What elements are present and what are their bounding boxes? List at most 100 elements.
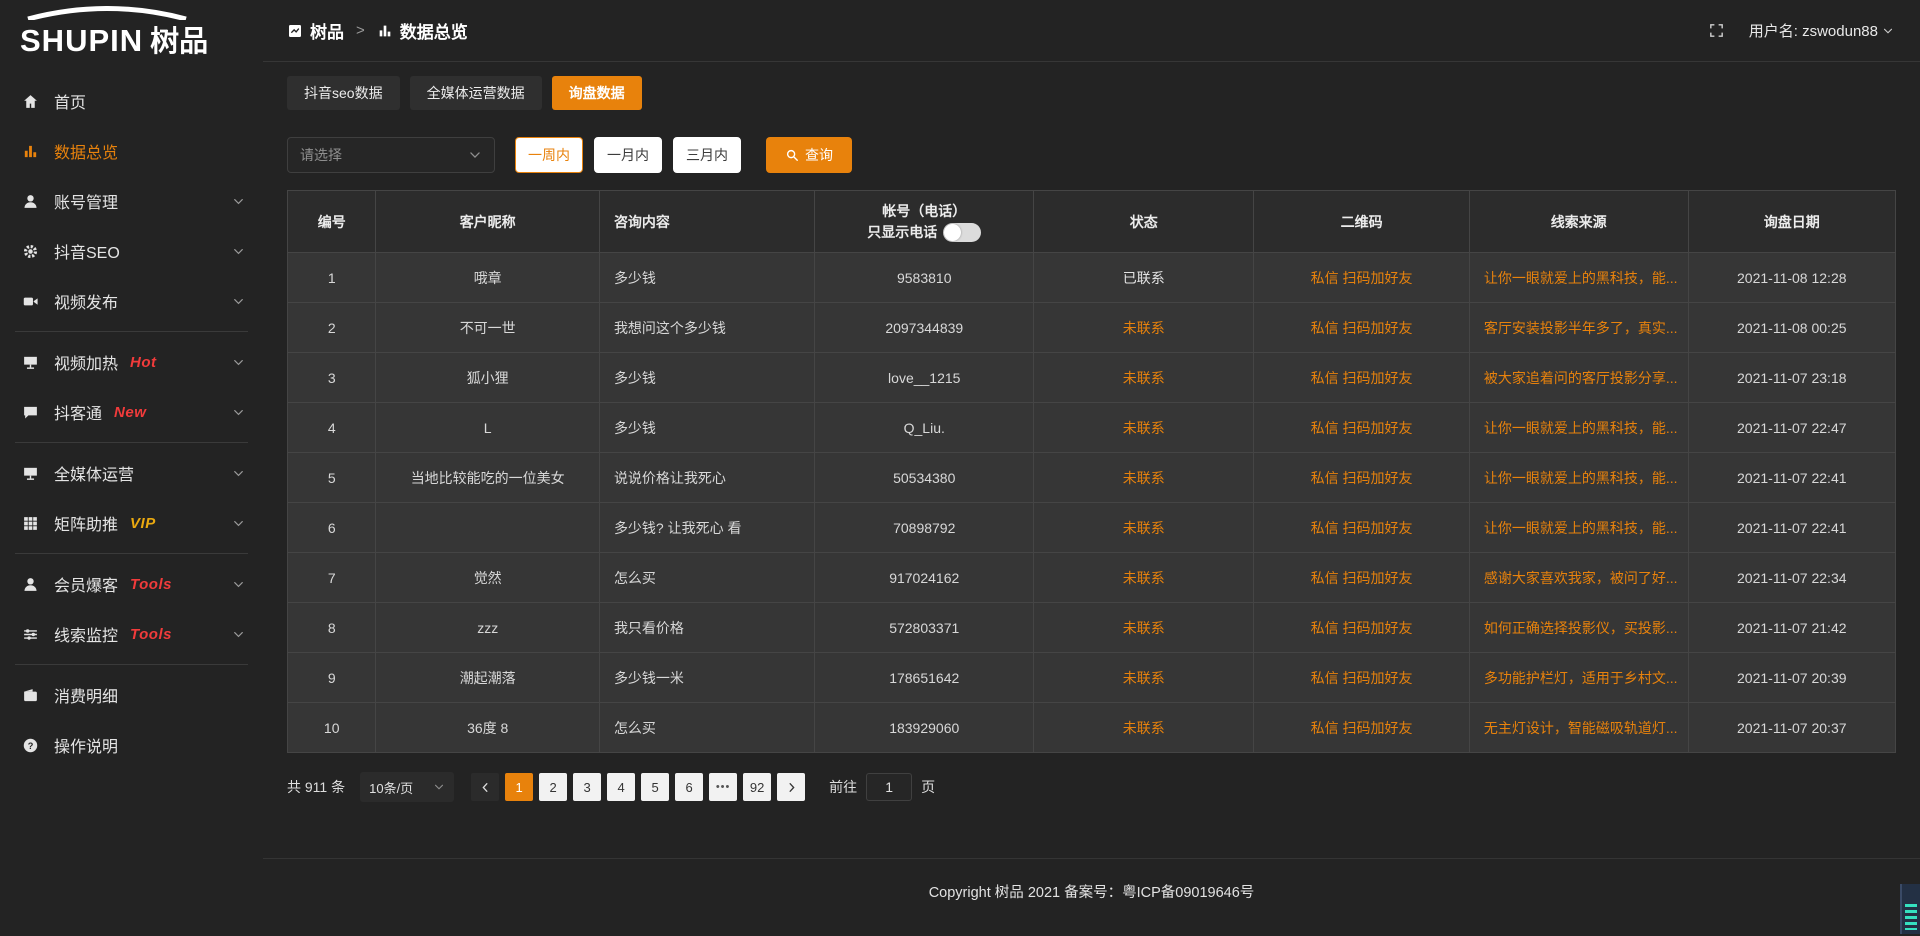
menu-label: 视频发布 bbox=[54, 289, 118, 313]
search-icon bbox=[785, 148, 799, 162]
search-button[interactable]: 查询 bbox=[766, 137, 852, 173]
cell-source-link[interactable]: 让你一眼就爱上的黑科技，能... bbox=[1469, 403, 1688, 453]
page-button[interactable]: ••• bbox=[709, 773, 737, 801]
cell-qrcode-link[interactable]: 私信 扫码加好友 bbox=[1254, 453, 1469, 503]
cell-source-link[interactable]: 如何正确选择投影仪，买投影... bbox=[1469, 603, 1688, 653]
menu-icon bbox=[22, 626, 39, 643]
cell-date: 2021-11-07 22:41 bbox=[1688, 503, 1895, 553]
page-button[interactable]: 2 bbox=[539, 773, 567, 801]
chevron-down-icon[interactable] bbox=[1882, 25, 1894, 37]
phone-only-row: 只显示电话 bbox=[815, 222, 1033, 243]
sidebar-item[interactable]: 全媒体运营 bbox=[0, 448, 263, 498]
menu-label: 全媒体运营 bbox=[54, 461, 134, 485]
topbar: 树品 > 数据总览 用户名: zswodun88 bbox=[263, 0, 1920, 62]
cell-no: 1 bbox=[288, 253, 376, 303]
cell-status: 未联系 bbox=[1034, 453, 1254, 503]
cell-source-link[interactable]: 让你一眼就爱上的黑科技，能... bbox=[1469, 453, 1688, 503]
sidebar-item[interactable]: 首页 bbox=[0, 76, 263, 126]
user-area: 用户名: zswodun88 bbox=[1708, 20, 1894, 41]
period-button[interactable]: 三月内 bbox=[673, 137, 741, 173]
phone-only-toggle[interactable] bbox=[943, 223, 981, 242]
sidebar-item[interactable]: 线索监控 Tools bbox=[0, 609, 263, 659]
sidebar-item[interactable]: 操作说明 bbox=[0, 720, 263, 770]
sidebar-item[interactable]: 数据总览 bbox=[0, 126, 263, 176]
cell-qrcode-link[interactable]: 私信 扫码加好友 bbox=[1254, 353, 1469, 403]
chevron-down-icon bbox=[232, 578, 245, 591]
page-button[interactable]: 6 bbox=[675, 773, 703, 801]
cell-source-link[interactable]: 让你一眼就爱上的黑科技，能... bbox=[1469, 253, 1688, 303]
cell-qrcode-link[interactable]: 私信 扫码加好友 bbox=[1254, 303, 1469, 353]
page-buttons: 1 2 3 4 5 6 ••• 92 bbox=[502, 773, 774, 801]
cell-date: 2021-11-08 00:25 bbox=[1688, 303, 1895, 353]
cell-status: 未联系 bbox=[1034, 403, 1254, 453]
cell-content: 多少钱一米 bbox=[599, 653, 814, 703]
tab[interactable]: 询盘数据 bbox=[552, 76, 642, 110]
cell-source-link[interactable]: 无主灯设计，智能磁吸轨道灯... bbox=[1469, 703, 1688, 753]
period-button[interactable]: 一月内 bbox=[594, 137, 662, 173]
period-button[interactable]: 一周内 bbox=[515, 137, 583, 173]
filter-select[interactable]: 请选择 bbox=[287, 137, 495, 173]
table-row: 7 觉然 怎么买 917024162 未联系 私信 扫码加好友 感谢大家喜欢我家… bbox=[288, 553, 1896, 603]
page-button[interactable]: 4 bbox=[607, 773, 635, 801]
cell-no: 4 bbox=[288, 403, 376, 453]
cell-content: 多少钱? 让我死心 看 bbox=[599, 503, 814, 553]
cell-content: 多少钱 bbox=[599, 353, 814, 403]
cell-account: 50534380 bbox=[815, 453, 1034, 503]
menu-badge: Tools bbox=[130, 626, 172, 643]
total-count: 共 911 条 bbox=[287, 777, 345, 797]
page-button[interactable]: 92 bbox=[743, 773, 771, 801]
prev-page-button[interactable] bbox=[471, 773, 499, 801]
col-header-nickname: 客户昵称 bbox=[376, 191, 600, 253]
cell-qrcode-link[interactable]: 私信 扫码加好友 bbox=[1254, 603, 1469, 653]
sidebar-item[interactable]: 抖客通 New bbox=[0, 387, 263, 437]
goto-page-input[interactable] bbox=[866, 773, 912, 801]
cell-qrcode-link[interactable]: 私信 扫码加好友 bbox=[1254, 253, 1469, 303]
fullscreen-icon[interactable] bbox=[1708, 22, 1725, 39]
col-header-account: 帐号（电话） 只显示电话 bbox=[815, 191, 1034, 253]
menu-icon bbox=[22, 404, 39, 421]
menu-icon bbox=[22, 515, 39, 532]
sidebar-item[interactable]: 视频发布 bbox=[0, 276, 263, 326]
menu-label: 首页 bbox=[54, 89, 86, 113]
page-button[interactable]: 1 bbox=[505, 773, 533, 801]
cell-no: 7 bbox=[288, 553, 376, 603]
tab[interactable]: 全媒体运营数据 bbox=[410, 76, 542, 110]
floating-widget[interactable] bbox=[1900, 884, 1920, 934]
cell-content: 多少钱 bbox=[599, 403, 814, 453]
cell-source-link[interactable]: 让你一眼就爱上的黑科技，能... bbox=[1469, 503, 1688, 553]
cell-source-link[interactable]: 被大家追着问的客厅投影分享... bbox=[1469, 353, 1688, 403]
cell-account: 183929060 bbox=[815, 703, 1034, 753]
cell-source-link[interactable]: 客厅安装投影半年多了，真实... bbox=[1469, 303, 1688, 353]
table-row: 9 潮起潮落 多少钱一米 178651642 未联系 私信 扫码加好友 多功能护… bbox=[288, 653, 1896, 703]
cell-qrcode-link[interactable]: 私信 扫码加好友 bbox=[1254, 653, 1469, 703]
cell-source-link[interactable]: 多功能护栏灯，适用于乡村文... bbox=[1469, 653, 1688, 703]
tab[interactable]: 抖音seo数据 bbox=[287, 76, 400, 110]
cell-date: 2021-11-08 12:28 bbox=[1688, 253, 1895, 303]
cell-qrcode-link[interactable]: 私信 扫码加好友 bbox=[1254, 703, 1469, 753]
logo[interactable]: SHUPIN树品 bbox=[0, 0, 263, 64]
next-page-button[interactable] bbox=[777, 773, 805, 801]
sidebar-item[interactable]: 视频加热 Hot bbox=[0, 337, 263, 387]
chevron-down-icon bbox=[232, 356, 245, 369]
page-button[interactable]: 3 bbox=[573, 773, 601, 801]
sidebar-item[interactable]: 消费明细 bbox=[0, 670, 263, 720]
data-tabs: 抖音seo数据 全媒体运营数据 询盘数据 bbox=[287, 76, 1896, 110]
page-size-select[interactable]: 10条/页 bbox=[360, 772, 454, 802]
menu-icon bbox=[22, 293, 39, 310]
page-button[interactable]: 5 bbox=[641, 773, 669, 801]
sidebar-item[interactable]: 抖音SEO bbox=[0, 226, 263, 276]
menu-label: 数据总览 bbox=[54, 139, 118, 163]
cell-source-link[interactable]: 感谢大家喜欢我家，被问了好... bbox=[1469, 553, 1688, 603]
sidebar-item[interactable]: 矩阵助推 VIP bbox=[0, 498, 263, 548]
cell-qrcode-link[interactable]: 私信 扫码加好友 bbox=[1254, 553, 1469, 603]
chevron-left-icon bbox=[479, 781, 492, 794]
chevron-down-icon bbox=[433, 781, 445, 793]
sidebar-item[interactable]: 账号管理 bbox=[0, 176, 263, 226]
cell-nickname: 觉然 bbox=[376, 553, 600, 603]
cell-date: 2021-11-07 22:47 bbox=[1688, 403, 1895, 453]
username[interactable]: 用户名: zswodun88 bbox=[1749, 20, 1878, 41]
cell-qrcode-link[interactable]: 私信 扫码加好友 bbox=[1254, 403, 1469, 453]
breadcrumb-root[interactable]: 树品 bbox=[310, 18, 344, 43]
cell-qrcode-link[interactable]: 私信 扫码加好友 bbox=[1254, 503, 1469, 553]
sidebar-item[interactable]: 会员爆客 Tools bbox=[0, 559, 263, 609]
